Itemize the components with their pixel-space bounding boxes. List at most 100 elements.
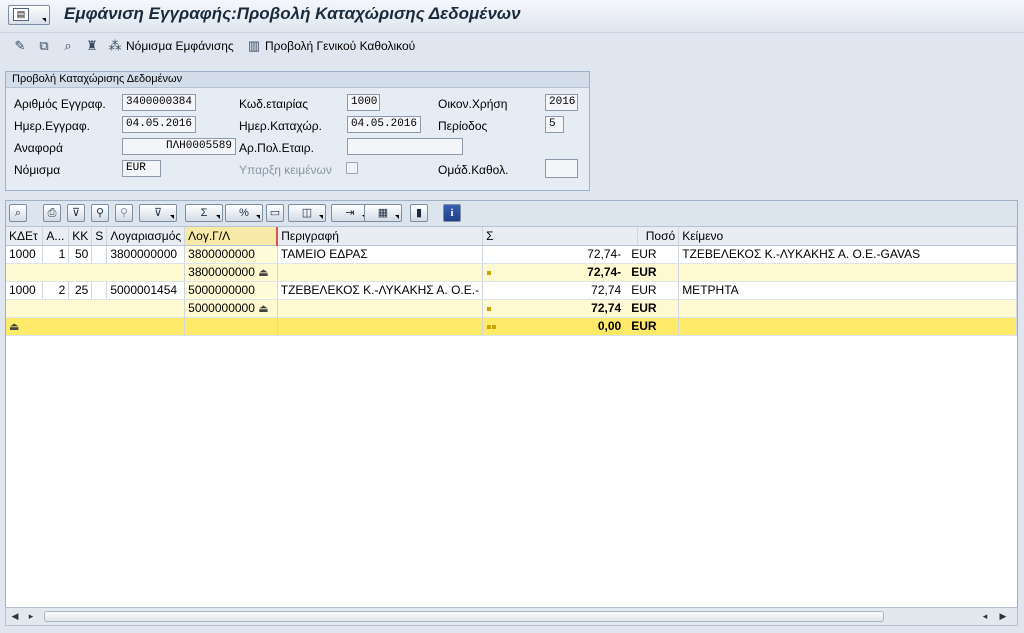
- currency-display-button[interactable]: Νόμισμα Εμφάνισης: [126, 39, 234, 53]
- scroll-last-icon[interactable]: ▶: [996, 610, 1010, 623]
- ledger-icon[interactable]: ▥: [246, 38, 262, 54]
- display-search-icon[interactable]: ⌕: [60, 38, 76, 54]
- horizontal-scrollbar[interactable]: ◀ ▸ ◂ ▶: [5, 607, 1018, 626]
- dropdown-arrow-icon: [42, 18, 46, 22]
- total-icon: ⏏: [9, 321, 20, 333]
- reference-label: Αναφορά: [14, 141, 63, 155]
- scrollbar-thumb[interactable]: [44, 611, 884, 622]
- print-icon[interactable]: ⎙: [43, 204, 61, 222]
- hierarchy-icon[interactable]: ⧉: [36, 38, 52, 54]
- scroll-first-icon[interactable]: ◀: [8, 610, 22, 623]
- set-filter-icon[interactable]: ⊽: [139, 204, 177, 222]
- layout-icon[interactable]: ▦: [364, 204, 402, 222]
- cell-currency: EUR: [631, 265, 657, 279]
- grid-header-row: ΚΔΕτ Α... ΚΚ S Λογαριασμός Λογ.Γ/Λ Περιγ…: [6, 227, 1017, 246]
- grand-total-row[interactable]: ⏏ 0,00 EUR: [6, 317, 1017, 336]
- col-company[interactable]: ΚΔΕτ: [6, 227, 44, 246]
- col-amount[interactable]: Ποσό: [637, 227, 680, 246]
- cell-description: ΤΑΜΕΙΟ ΕΔΡΑΣ: [277, 245, 484, 264]
- general-ledger-view-button[interactable]: Προβολή Γενικού Καθολικού: [265, 39, 415, 53]
- cell-currency: EUR: [631, 301, 657, 315]
- chart-icon[interactable]: ▮: [410, 204, 428, 222]
- sum-icon[interactable]: Σ: [185, 204, 223, 222]
- col-account[interactable]: Λογαριασμός: [106, 227, 186, 246]
- views-icon[interactable]: ◫: [288, 204, 326, 222]
- cross-company-label: Αρ.Πολ.Εταιρ.: [239, 141, 314, 155]
- table-row[interactable]: 1000 1 50 3800000000 3800000000 ΤΑΜΕΙΟ Ε…: [6, 245, 1017, 264]
- fiscal-year-field[interactable]: 2016: [545, 94, 578, 111]
- currency-field[interactable]: EUR: [122, 160, 161, 177]
- find-next-icon[interactable]: ⚲: [115, 204, 133, 222]
- posting-date-field[interactable]: 04.05.2016: [347, 116, 421, 133]
- period-field[interactable]: 5: [545, 116, 564, 133]
- period-label: Περίοδος: [438, 119, 488, 133]
- scroll-left-icon[interactable]: ▸: [24, 610, 38, 623]
- subtotal-row[interactable]: 5000000000 ⏏ 72,74 EUR: [6, 299, 1017, 318]
- line-items-grid: ⌕ ⎙ ⊽ ⚲ ⚲ ⊽ Σ % ▭ ◫ ⇥ ▦ ▮ i ΚΔΕτ Α... ΚΚ…: [5, 200, 1018, 626]
- subtotal-icon[interactable]: %: [225, 204, 263, 222]
- cell-text: [678, 317, 1017, 336]
- cell-account: 3800000000: [106, 245, 186, 264]
- company-code-label: Κωδ.εταιρίας: [239, 97, 308, 111]
- grand-sum-marker-icon: [486, 319, 497, 333]
- print-preview-icon[interactable]: ▭: [266, 204, 284, 222]
- doc-number-field[interactable]: 3400000384: [122, 94, 196, 111]
- cell-item: 2: [42, 281, 70, 300]
- find-icon[interactable]: ⚲: [91, 204, 109, 222]
- cell-company: 1000: [6, 281, 44, 300]
- subtotal-icon: ⏏: [258, 303, 269, 315]
- cell-gl-account: [184, 317, 278, 336]
- scroll-right-icon[interactable]: ◂: [978, 610, 992, 623]
- info-icon[interactable]: i: [443, 204, 461, 222]
- company-code-field[interactable]: 1000: [347, 94, 380, 111]
- title-bar: ▤ Εμφάνιση Εγγραφής:Προβολή Καταχώρισης …: [0, 0, 1024, 33]
- menu-icon: ▤: [13, 8, 29, 21]
- col-text[interactable]: Κείμενο: [678, 227, 1017, 246]
- reference-field[interactable]: ΠΛΗ0005589: [122, 138, 236, 155]
- sum-marker-icon: [486, 265, 492, 279]
- system-menu-button[interactable]: ▤: [8, 5, 50, 25]
- cell-amount: 72,74- EUR: [482, 263, 680, 282]
- cell-text: ΤΖΕΒΕΛΕΚΟΣ Κ.-ΛΥΚΑΚΗΣ Α. Ο.Ε.-GAVAS: [678, 245, 1017, 264]
- cell-text: [678, 263, 1017, 282]
- ledger-group-field[interactable]: [545, 159, 578, 178]
- details-icon[interactable]: ⌕: [9, 204, 27, 222]
- ledger-group-label: Ομάδ.Καθολ.: [438, 163, 509, 177]
- cell-special: [91, 245, 108, 264]
- doc-date-field[interactable]: 04.05.2016: [122, 116, 196, 133]
- edit-pencil-icon[interactable]: ✎: [12, 38, 28, 54]
- cell-description: [277, 263, 484, 282]
- subtotal-blank: [6, 299, 186, 318]
- sum-marker-icon: [486, 301, 492, 315]
- col-description[interactable]: Περιγραφή: [277, 227, 484, 246]
- document-header-panel: Προβολή Καταχώρισης Δεδομένων Αριθμός Εγ…: [5, 71, 590, 191]
- cell-company: 1000: [6, 245, 44, 264]
- cell-description: [277, 317, 484, 336]
- cross-company-field[interactable]: [347, 138, 463, 155]
- subtotal-icon: ⏏: [258, 267, 269, 279]
- filter-icon[interactable]: ⊽: [67, 204, 85, 222]
- taxes-hat-icon[interactable]: ♜: [84, 38, 100, 54]
- col-posting-key[interactable]: ΚΚ: [68, 227, 93, 246]
- cell-amount: 72,74 EUR: [482, 299, 680, 318]
- col-gl-account[interactable]: Λογ.Γ/Λ: [184, 227, 279, 246]
- currency-icon[interactable]: ⁂: [107, 38, 123, 54]
- cell-gl-account: 3800000000: [184, 245, 278, 264]
- texts-exist-label: Υπαρξη κειμένων: [239, 163, 332, 177]
- fiscal-year-label: Οικον.Χρήση: [438, 97, 508, 111]
- col-sigma[interactable]: Σ: [482, 227, 639, 246]
- amount-value: 0,00: [597, 319, 622, 333]
- cell-description: ΤΖΕΒΕΛΕΚΟΣ Κ.-ΛΥΚΑΚΗΣ Α. Ο.Ε.-: [277, 281, 484, 300]
- subtotal-gl-account: 3800000000: [188, 265, 255, 279]
- cell-text: ΜΕΤΡΗΤΑ: [678, 281, 1017, 300]
- page-title: Εμφάνιση Εγγραφής:Προβολή Καταχώρισης Δε…: [64, 4, 521, 23]
- cell-item: 1: [42, 245, 70, 264]
- subtotal-row[interactable]: 3800000000 ⏏ 72,74- EUR: [6, 263, 1017, 282]
- col-item[interactable]: Α...: [42, 227, 70, 246]
- line-items-table: ΚΔΕτ Α... ΚΚ S Λογαριασμός Λογ.Γ/Λ Περιγ…: [6, 227, 1017, 336]
- table-row[interactable]: 1000 2 25 5000001454 5000000000 ΤΖΕΒΕΛΕΚ…: [6, 281, 1017, 300]
- col-special[interactable]: S: [91, 227, 108, 246]
- cell-amount: 72,74 EUR: [482, 281, 680, 300]
- cell-posting-key: 25: [68, 281, 93, 300]
- texts-exist-checkbox[interactable]: [346, 162, 358, 174]
